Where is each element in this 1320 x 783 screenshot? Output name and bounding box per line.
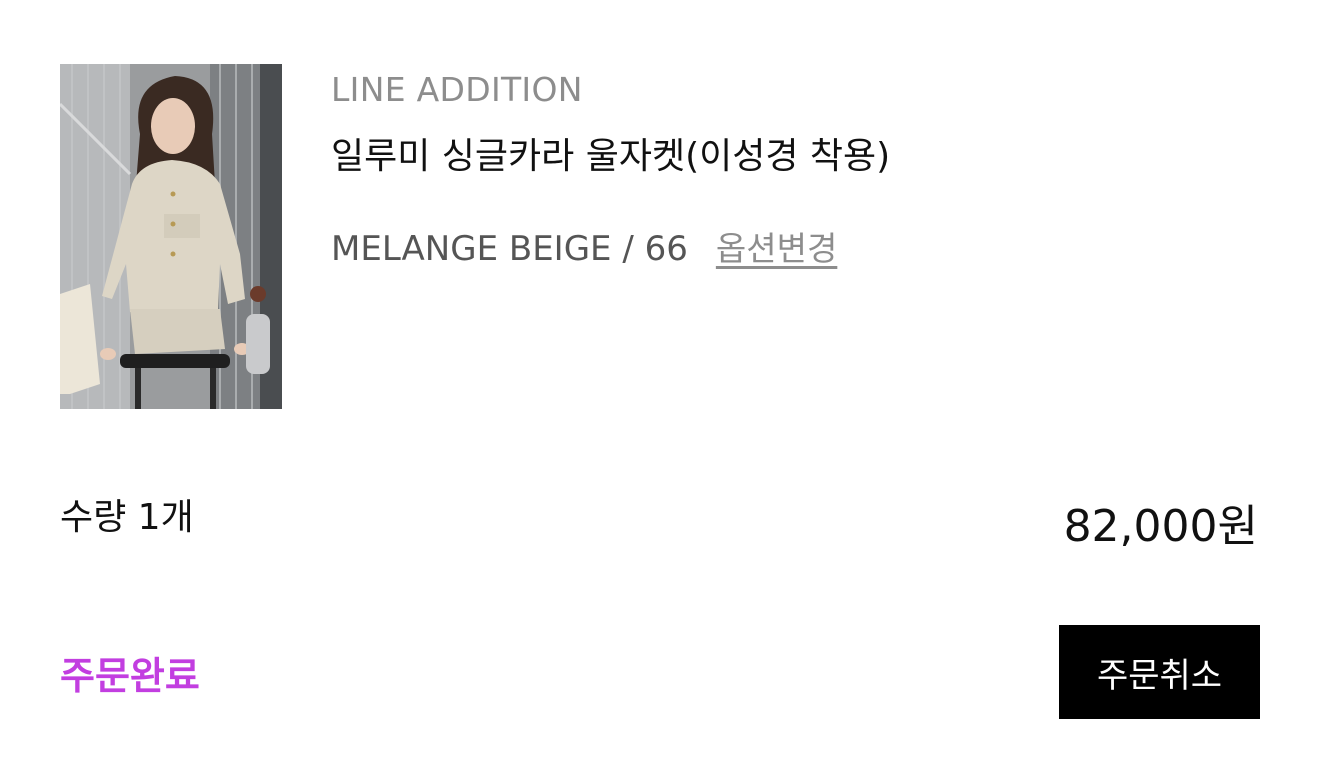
cancel-order-button[interactable]: 주문취소 [1059, 625, 1260, 719]
product-image[interactable] [60, 64, 282, 409]
product-option-row: MELANGE BEIGE / 66 옵션변경 [331, 222, 837, 270]
order-item-card: LINE ADDITION 일루미 싱글카라 울자켓(이성경 착용) MELAN… [0, 0, 1320, 783]
product-option-value: MELANGE BEIGE / 66 [331, 229, 688, 269]
product-brand: LINE ADDITION [331, 70, 583, 109]
quantity-label: 수량 1개 [60, 497, 194, 538]
price-amount: 82,000원 [1063, 501, 1258, 552]
option-change-link[interactable]: 옵션변경 [716, 222, 837, 270]
product-name[interactable]: 일루미 싱글카라 울자켓(이성경 착용) [331, 127, 890, 179]
product-photo-icon [60, 64, 282, 409]
order-status: 주문완료 [60, 654, 200, 698]
